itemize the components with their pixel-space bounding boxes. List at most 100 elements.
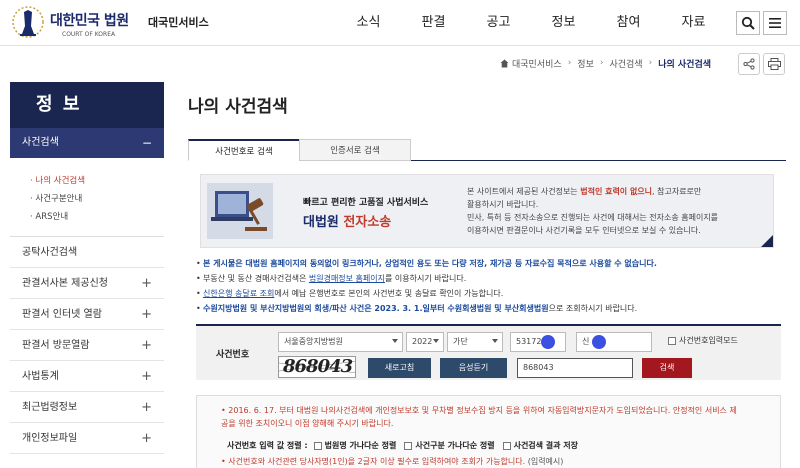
page-title: 나의 사건검색 [188,97,288,117]
nav-participation[interactable]: 참여 [596,0,661,46]
court-emblem-icon [12,6,44,38]
ecourt-banner[interactable]: 빠르고 편리한 고품질 사법서비스 대법원 전자소송 본 사이트에서 제공된 사… [200,174,774,248]
case-search-form: 사건번호 서울중앙지방법원 2022 가단 531724 신 사건번호입력모드 … [196,324,781,380]
logo-title: 대한민국 법원 [50,13,129,29]
sidebar-title: 정 보 [10,82,164,128]
submenu-ars-guide[interactable]: · ARS안내 [30,208,164,226]
chevron-right-icon: › [648,58,653,68]
plus-icon: + [141,400,152,415]
captcha-image: 868043 [278,356,356,378]
auction-site-link[interactable]: 법원경매정보 홈페이지 [309,274,385,283]
nav-resources[interactable]: 자료 [661,0,726,46]
sidebar-item-judicial-stats[interactable]: 사법통계 + [10,361,164,392]
input-mode-checkbox[interactable]: 사건번호입력모드 [668,335,738,346]
notice-list: • 본 게시물은 대법원 홈페이지의 동의없이 링크하거나, 상업적인 용도 또는… [196,256,786,316]
submenu-case-type-guide[interactable]: · 사건구분안내 [30,190,164,208]
submenu-my-case-search[interactable]: · 나의 사건검색 [30,172,164,190]
sort-by-court-option[interactable]: 법원명 가나다순 정렬 [313,440,396,451]
captcha-notice: • 2016. 6. 17. 부터 대법원 나의사건검색에 개인정보보호 및 무… [221,406,737,428]
checkbox[interactable] [313,441,322,450]
search-tabs: 사건번호로 검색 인증서로 검색 [188,139,786,161]
chevron-right-icon: › [567,58,572,68]
plus-icon: + [141,338,152,353]
notice-item: • 수원지방법원 및 부산지방법원의 회생/파산 사건은 2023. 3. 1.일… [196,304,638,313]
share-button[interactable] [738,53,760,75]
notice-item: • 신한은행 송달료 조회에서 예납 은행번호로 본인의 사건번호 및 송달료 확… [196,289,504,298]
save-results-option[interactable]: 사건검색 결과 저장 [502,440,578,451]
sort-options: 사건번호 입력 값 정렬 : 법원명 가나다순 정렬 사건구분 가나다순 정렬 … [227,440,586,451]
menu-button[interactable] [763,11,787,35]
sidebar: 정 보 사건검색 − · 나의 사건검색 · 사건구분안내 · ARS안내 공탁… [10,82,164,468]
captcha-audio-button[interactable]: 음성듣기 [440,358,507,378]
sidebar-item-label: 공탁사건검색 [22,247,78,258]
print-button[interactable] [763,53,785,75]
hamburger-icon [769,18,781,28]
plus-icon: + [141,369,152,384]
sidebar-item-judgment-copy[interactable]: 관결서사본 제공신청 + [10,268,164,299]
checkbox[interactable] [404,441,413,450]
sort-options-label: 사건번호 입력 값 정렬 : [227,441,308,450]
required-input-notice: • 사건번호와 사건관련 당사자명(1인)을 2글자 이상 필수로 입력하여야 … [221,457,564,466]
plus-icon: + [141,431,152,446]
year-select[interactable]: 2022 [406,332,444,352]
sidebar-item-deposit-search[interactable]: 공탁사건검색 [10,237,164,268]
breadcrumb-item[interactable]: 정보 [577,57,594,70]
redaction-blob [592,335,606,349]
printer-icon [767,58,781,70]
checkbox[interactable] [502,441,511,450]
search-submit-button[interactable]: 검색 [642,358,692,378]
court-logo[interactable]: 대한민국 법원 COURT OF KOREA [10,4,140,42]
sidebar-item-case-search[interactable]: 사건검색 − [10,128,164,158]
logo-subtitle: COURT OF KOREA [62,31,116,38]
sort-by-type-option[interactable]: 사건구분 가나다순 정렬 [404,440,495,451]
case-number-label: 사건번호 [216,350,250,360]
nav-info[interactable]: 정보 [531,0,596,46]
shinhan-fee-link[interactable]: 신한은행 송달료 조회 [203,289,274,298]
chevron-down-icon [492,339,498,343]
share-icon [743,58,755,70]
sidebar-item-label: 최근법령정보 [22,402,78,413]
case-type-select[interactable]: 가단 [447,332,503,352]
sidebar-item-label: 판결서 인터넷 열람 [22,309,102,320]
banner-headline: 빠르고 편리한 고품질 사법서비스 [303,198,429,208]
sidebar-submenu: · 나의 사건검색 · 사건구분안내 · ARS안내 [10,158,164,237]
gavel-illustration-icon [207,183,273,239]
banner-corner [761,235,773,247]
breadcrumb-item[interactable]: 대국민서비스 [512,57,562,70]
captcha-text: 868043 [283,356,353,377]
search-info-box: • 2016. 6. 17. 부터 대법원 나의사건검색에 개인정보보호 및 무… [196,395,781,468]
sidebar-item-recent-laws[interactable]: 최근법령정보 + [10,392,164,423]
captcha-input[interactable]: 868043 [517,358,633,378]
site-name[interactable]: 대국민서비스 [148,14,209,30]
chevron-down-icon [433,339,439,343]
home-icon [500,59,509,67]
court-select[interactable]: 서울중앙지방법원 [278,332,403,352]
search-button[interactable] [736,11,760,35]
case-number-input[interactable]: 531724 [510,332,566,352]
nav-judgments[interactable]: 판결 [401,0,466,46]
sidebar-item-label: 사건검색 [22,137,59,148]
sidebar-item-label: 사법통계 [22,371,59,382]
banner-description: 본 사이트에서 제공된 사건정보는 법적인 효력이 없으니, 참고자료로만 활용… [467,187,719,235]
sidebar-item-judgment-visit[interactable]: 판결서 방문열람 + [10,330,164,361]
sidebar-item-judgment-online[interactable]: 판결서 인터넷 열람 + [10,299,164,330]
sidebar-item-privacy-files[interactable]: 개인정보파일 + [10,423,164,454]
plus-icon: + [141,307,152,322]
checkbox[interactable] [668,336,676,345]
banner-title: 대법원 전자소송 [303,215,392,230]
party-name-input[interactable]: 신 [576,332,652,352]
captcha-refresh-button[interactable]: 새로고침 [368,358,431,378]
tab-case-number[interactable]: 사건번호로 검색 [188,139,300,161]
breadcrumb-current: 나의 사건검색 [658,59,712,70]
collapse-icon: − [141,136,152,150]
header: 대한민국 법원 COURT OF KOREA 대국민서비스 소식 판결 공고 정… [0,0,800,46]
sidebar-item-label: 판결서 방문열람 [22,340,90,351]
search-icon [741,16,755,30]
tab-certificate[interactable]: 인증서로 검색 [299,139,411,161]
sidebar-item-label: 관결서사본 제공신청 [22,278,108,289]
sidebar-item-label: 개인정보파일 [22,433,78,444]
main-nav: 소식 판결 공고 정보 참여 자료 [336,0,726,46]
nav-news[interactable]: 소식 [336,0,401,46]
breadcrumb-item[interactable]: 사건검색 [609,57,642,70]
nav-notices[interactable]: 공고 [466,0,531,46]
